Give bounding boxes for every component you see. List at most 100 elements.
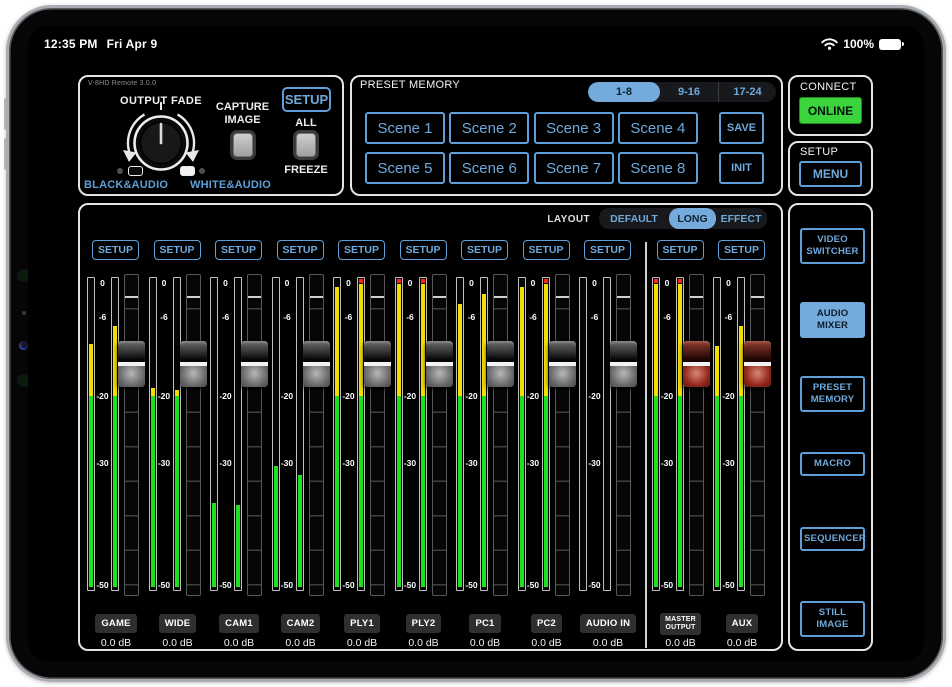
status-date: Fri Apr 9 <box>107 37 158 51</box>
fader-knob[interactable] <box>426 341 453 387</box>
level-meter-right <box>111 277 119 591</box>
scale-tick: -50 <box>156 580 173 590</box>
channel-setup-button[interactable]: SETUP <box>461 240 508 260</box>
level-meter-right <box>737 277 745 591</box>
mixer-channel-strip-aux: SETUP 0-6-20-30-50 AUX 0.0 dB <box>711 236 773 650</box>
nav-audio-mixer[interactable]: AUDIO MIXER <box>800 302 865 338</box>
scene-button-4[interactable]: Scene 4 <box>618 112 698 144</box>
menu-button[interactable]: MENU <box>799 161 862 187</box>
meter-scale: 0-6-20-30-50 <box>279 277 296 591</box>
scale-tick: -50 <box>402 580 419 590</box>
nav-preset-memory[interactable]: PRESET MEMORY <box>800 376 865 412</box>
wifi-icon <box>821 38 838 50</box>
channel-level-value: 0.0 dB <box>147 637 209 649</box>
scale-tick: -30 <box>402 458 419 468</box>
channel-setup-button[interactable]: SETUP <box>523 240 570 260</box>
layout-tabs: DEFAULTLONGEFFECT <box>599 208 767 229</box>
scale-tick: 0 <box>586 278 603 288</box>
channel-name-label: AUX <box>726 614 759 633</box>
scale-tick: -30 <box>720 458 737 468</box>
scale-tick: -30 <box>586 458 603 468</box>
scale-tick: -30 <box>659 458 676 468</box>
channel-setup-button[interactable]: SETUP <box>277 240 324 260</box>
channel-meter-zone: 0-6-20-30-50 <box>577 277 639 591</box>
scale-tick: 0 <box>720 278 737 288</box>
init-button[interactable]: INIT <box>719 152 764 184</box>
scale-tick: -50 <box>217 580 234 590</box>
channel-setup-button[interactable]: SETUP <box>215 240 262 260</box>
channel-meter-zone: 0-6-20-30-50 <box>454 277 516 591</box>
scene-button-2[interactable]: Scene 2 <box>449 112 529 144</box>
fader-knob[interactable] <box>180 341 207 387</box>
fader-knob[interactable] <box>241 341 268 387</box>
channel-meter-zone: 0-6-20-30-50 <box>393 277 455 591</box>
channel-setup-button[interactable]: SETUP <box>657 240 704 260</box>
nav-video-switcher[interactable]: VIDEO SWITCHER <box>800 228 865 264</box>
fader-knob[interactable] <box>487 341 514 387</box>
scale-tick: 0 <box>217 278 234 288</box>
fader-knob[interactable] <box>303 341 330 387</box>
scale-tick: 0 <box>463 278 480 288</box>
scale-tick: 0 <box>156 278 173 288</box>
preset-bank-tabs: 1-89-1617-24 <box>588 82 776 102</box>
mixer-channel-strip-ply1: SETUP 0-6-20-30-50 PLY1 0.0 dB <box>331 236 393 650</box>
level-meter-right <box>676 277 684 591</box>
scale-tick: -6 <box>463 312 480 322</box>
fader-knob[interactable] <box>610 341 637 387</box>
black-audio-indicator <box>128 166 143 176</box>
meter-scale: 0-6-20-30-50 <box>463 277 480 591</box>
meter-scale: 0-6-20-30-50 <box>525 277 542 591</box>
channel-level-value: 0.0 dB <box>270 637 332 649</box>
channel-level-value: 0.0 dB <box>393 637 455 649</box>
scene-button-1[interactable]: Scene 1 <box>365 112 445 144</box>
scale-tick: -50 <box>720 580 737 590</box>
scene-button-8[interactable]: Scene 8 <box>618 152 698 184</box>
scale-tick: -20 <box>586 391 603 401</box>
nav-still-image[interactable]: STILL IMAGE <box>800 601 865 637</box>
layout-label: LAYOUT <box>528 214 590 225</box>
level-meter-right <box>173 277 181 591</box>
fader-knob[interactable] <box>549 341 576 387</box>
scene-button-7[interactable]: Scene 7 <box>534 152 614 184</box>
fader-knob[interactable] <box>118 341 145 387</box>
fade-setup-button[interactable]: SETUP <box>282 87 331 112</box>
nav-sequencer[interactable]: SEQUENCER <box>800 527 865 551</box>
fader-knob[interactable] <box>744 341 771 387</box>
channel-level-value: 0.0 dB <box>85 637 147 649</box>
online-status-button[interactable]: ONLINE <box>799 97 862 124</box>
capture-image-button[interactable] <box>230 130 256 160</box>
bank-tab-1-8[interactable]: 1-8 <box>588 82 660 102</box>
channel-meter-zone: 0-6-20-30-50 <box>331 277 393 591</box>
channel-level-value: 0.0 dB <box>454 637 516 649</box>
scale-tick: -20 <box>659 391 676 401</box>
layout-tab-effect[interactable]: EFFECT <box>716 208 766 229</box>
bank-tab-17-24[interactable]: 17-24 <box>718 82 776 102</box>
channel-meter-zone: 0-6-20-30-50 <box>270 277 332 591</box>
channel-setup-button[interactable]: SETUP <box>718 240 765 260</box>
nav-macro[interactable]: MACRO <box>800 452 865 476</box>
scene-button-6[interactable]: Scene 6 <box>449 152 529 184</box>
channel-level-value: 0.0 dB <box>650 637 712 649</box>
channel-setup-button[interactable]: SETUP <box>154 240 201 260</box>
channel-setup-button[interactable]: SETUP <box>400 240 447 260</box>
channel-setup-button[interactable]: SETUP <box>584 240 631 260</box>
black-audio-label: BLACK&AUDIO <box>84 179 168 191</box>
channel-level-value: 0.0 dB <box>711 637 773 649</box>
channel-setup-button[interactable]: SETUP <box>338 240 385 260</box>
bank-tab-9-16[interactable]: 9-16 <box>660 82 718 102</box>
save-button[interactable]: SAVE <box>719 112 764 144</box>
layout-tab-default[interactable]: DEFAULT <box>599 208 669 229</box>
layout-tab-long[interactable]: LONG <box>669 208 716 229</box>
fader-knob[interactable] <box>364 341 391 387</box>
fader-knob[interactable] <box>683 341 710 387</box>
channel-setup-button[interactable]: SETUP <box>92 240 139 260</box>
channel-name-label: MASTER OUTPUT <box>660 613 701 635</box>
all-freeze-button[interactable] <box>293 130 319 160</box>
scale-tick: -20 <box>525 391 542 401</box>
scene-button-5[interactable]: Scene 5 <box>365 152 445 184</box>
meter-scale: 0-6-20-30-50 <box>586 277 603 591</box>
mixer-channel-strip-ply2: SETUP 0-6-20-30-50 PLY2 0.0 dB <box>393 236 455 650</box>
scene-button-3[interactable]: Scene 3 <box>534 112 614 144</box>
channel-meter-zone: 0-6-20-30-50 <box>711 277 773 591</box>
mixer-channel-strip-game: SETUP 0-6-20-30-50 GAME 0.0 dB <box>85 236 147 650</box>
